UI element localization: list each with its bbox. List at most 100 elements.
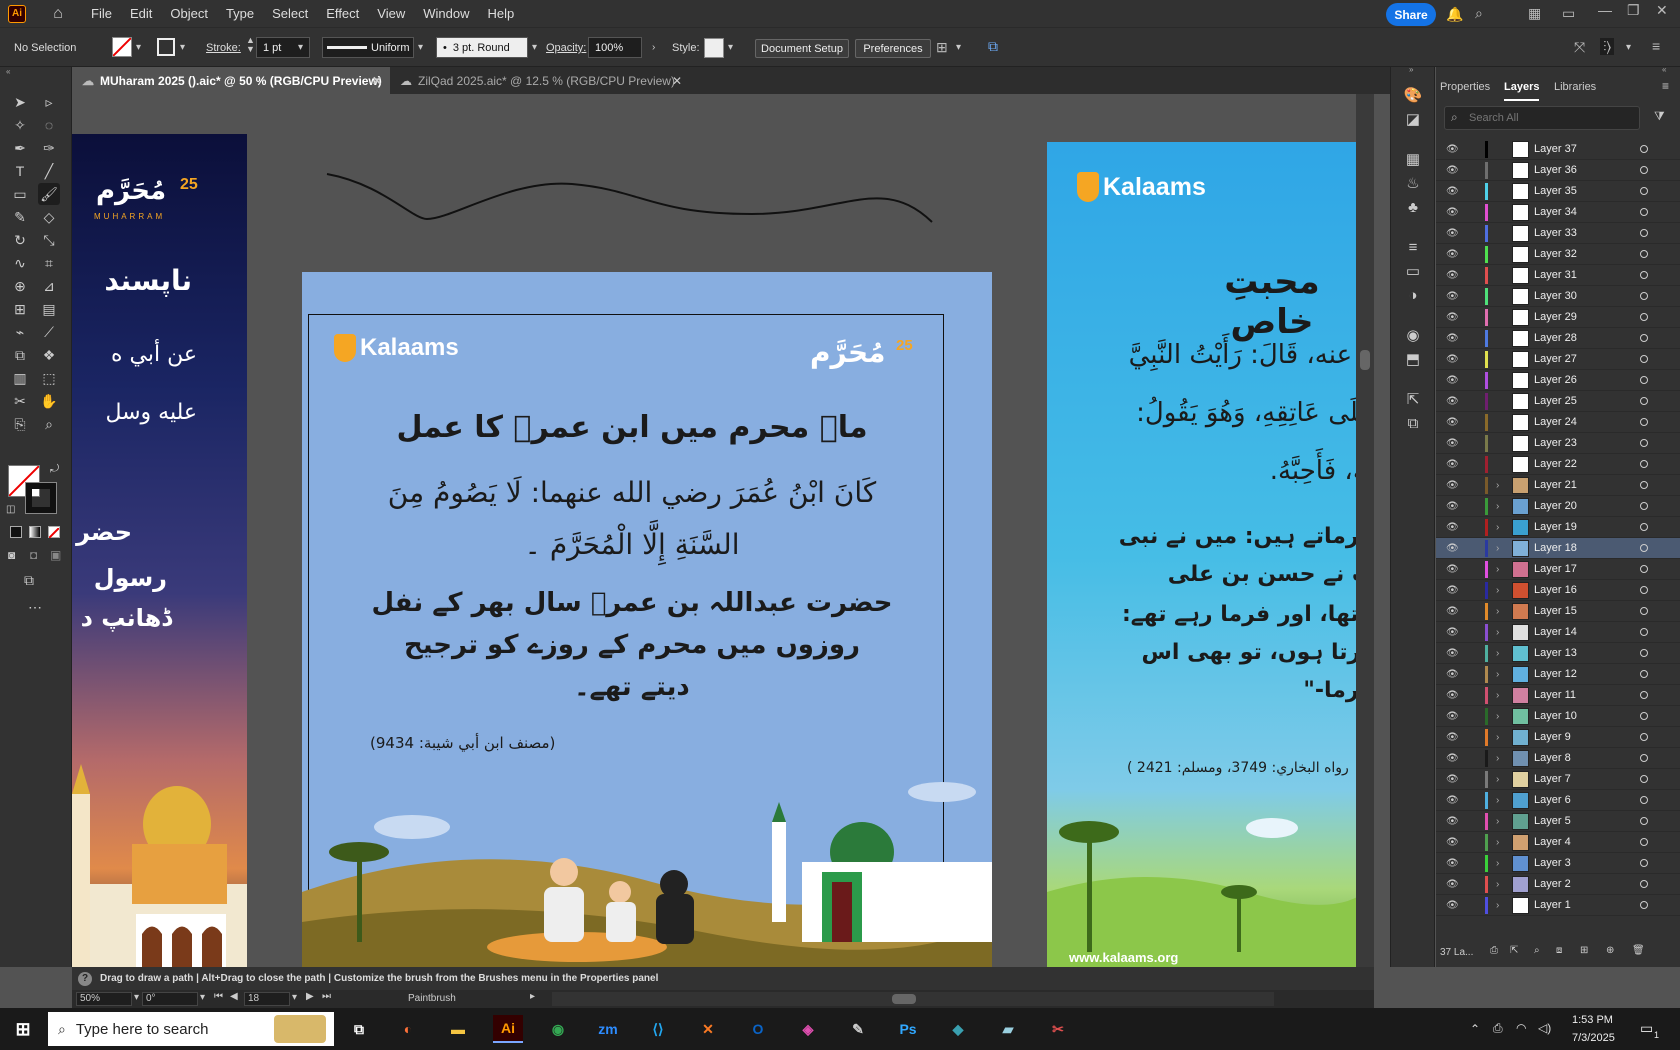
collapse-icon[interactable]: « bbox=[1662, 65, 1666, 74]
artboard-right[interactable]: Kalaams محبتِ خاص ه عنه، قَالَ: رَأَيْتُ… bbox=[1047, 142, 1374, 967]
layer-target-icon[interactable] bbox=[1640, 838, 1648, 846]
eyedropper-tool-icon[interactable]: ⌁ bbox=[9, 321, 31, 343]
layer-target-icon[interactable] bbox=[1640, 334, 1648, 342]
chevron-down-icon[interactable]: ▾ bbox=[292, 992, 297, 1003]
chevron-down-icon[interactable]: ▾ bbox=[200, 992, 205, 1003]
direct-selection-tool-icon[interactable]: ▹ bbox=[38, 91, 60, 113]
layer-name[interactable]: Layer 23 bbox=[1534, 437, 1577, 449]
layer-row[interactable]: 👁 › Layer 12 bbox=[1436, 664, 1680, 685]
layer-row[interactable]: 👁 Layer 25 bbox=[1436, 391, 1680, 412]
layer-row[interactable]: 👁 › Layer 17 bbox=[1436, 559, 1680, 580]
stroke-label[interactable]: Stroke: bbox=[206, 42, 241, 54]
taskbar-search[interactable]: ⌕ Type here to search bbox=[48, 1012, 334, 1046]
visibility-eye-icon[interactable]: 👁 bbox=[1446, 375, 1459, 386]
layer-name[interactable]: Layer 36 bbox=[1534, 164, 1577, 176]
visibility-eye-icon[interactable]: 👁 bbox=[1446, 648, 1459, 659]
layer-target-icon[interactable] bbox=[1640, 544, 1648, 552]
layer-name[interactable]: Layer 13 bbox=[1534, 647, 1577, 659]
share-button[interactable]: Share bbox=[1386, 3, 1436, 26]
symbol-sprayer-tool-icon[interactable]: ❖ bbox=[38, 344, 60, 366]
close-tab-icon[interactable]: ✕ bbox=[372, 74, 382, 88]
brush-definition-select[interactable]: • 3 pt. Round bbox=[436, 37, 528, 58]
layer-target-icon[interactable] bbox=[1640, 754, 1648, 762]
expand-arrow-icon[interactable]: › bbox=[1496, 774, 1499, 785]
layer-row[interactable]: 👁 Layer 27 bbox=[1436, 349, 1680, 370]
layer-target-icon[interactable] bbox=[1640, 796, 1648, 804]
locate-object-icon[interactable]: ⌕ bbox=[1534, 945, 1540, 956]
more-menu-icon[interactable]: ≡ bbox=[1652, 38, 1660, 54]
layer-name[interactable]: Layer 27 bbox=[1534, 353, 1577, 365]
layer-target-icon[interactable] bbox=[1640, 376, 1648, 384]
windows-start-icon[interactable]: ⊞ bbox=[8, 1015, 38, 1043]
stroke-stepper-icon[interactable]: ▲ ▼ bbox=[246, 36, 255, 54]
artboard-number-field[interactable]: 18 bbox=[244, 992, 290, 1006]
menu-view[interactable]: View bbox=[368, 6, 414, 21]
layer-name[interactable]: Layer 25 bbox=[1534, 395, 1577, 407]
layer-target-icon[interactable] bbox=[1640, 628, 1648, 636]
collapse-icon[interactable]: » bbox=[1409, 65, 1413, 74]
expand-arrow-icon[interactable]: › bbox=[1496, 522, 1499, 533]
layer-row[interactable]: 👁 › Layer 16 bbox=[1436, 580, 1680, 601]
layer-name[interactable]: Layer 21 bbox=[1534, 479, 1577, 491]
panel-toggle-icon[interactable]: ⫶⟩ bbox=[1600, 38, 1615, 55]
visibility-eye-icon[interactable]: 👁 bbox=[1446, 795, 1459, 806]
visibility-eye-icon[interactable]: 👁 bbox=[1446, 501, 1459, 512]
outlook-icon[interactable]: O bbox=[743, 1015, 773, 1043]
layer-target-icon[interactable] bbox=[1640, 145, 1648, 153]
scale-tool-icon[interactable]: ⤡ bbox=[38, 229, 60, 251]
layer-name[interactable]: Layer 14 bbox=[1534, 626, 1577, 638]
layer-target-icon[interactable] bbox=[1640, 460, 1648, 468]
layer-name[interactable]: Layer 1 bbox=[1534, 899, 1571, 911]
expand-arrow-icon[interactable]: › bbox=[1496, 690, 1499, 701]
layers-search[interactable]: ⌕ bbox=[1444, 106, 1640, 130]
layer-target-icon[interactable] bbox=[1640, 271, 1648, 279]
visibility-eye-icon[interactable]: 👁 bbox=[1446, 711, 1459, 722]
layer-name[interactable]: Layer 5 bbox=[1534, 815, 1571, 827]
bell-icon[interactable]: 🔔 bbox=[1446, 6, 1463, 23]
layer-name[interactable]: Layer 8 bbox=[1534, 752, 1571, 764]
expand-arrow-icon[interactable]: › bbox=[1496, 900, 1499, 911]
line-tool-icon[interactable]: ╱ bbox=[38, 160, 60, 182]
selection-tool-icon[interactable]: ➤ bbox=[9, 91, 31, 113]
layer-name[interactable]: Layer 9 bbox=[1534, 731, 1571, 743]
style-swatch[interactable] bbox=[704, 38, 724, 58]
document-setup-button[interactable]: Document Setup bbox=[755, 39, 849, 58]
layer-target-icon[interactable] bbox=[1640, 712, 1648, 720]
layer-name[interactable]: Layer 4 bbox=[1534, 836, 1571, 848]
new-layer-icon[interactable]: ⊕ bbox=[1606, 945, 1614, 956]
chevron-down-icon[interactable]: ▾ bbox=[136, 42, 141, 53]
lasso-tool-icon[interactable]: ◌ bbox=[38, 114, 60, 136]
visibility-eye-icon[interactable]: 👁 bbox=[1446, 207, 1459, 218]
expand-arrow-icon[interactable]: › bbox=[1496, 480, 1499, 491]
export-icon[interactable]: ⇱ bbox=[1403, 389, 1423, 409]
visibility-eye-icon[interactable]: 👁 bbox=[1446, 774, 1459, 785]
layer-row[interactable]: 👁 › Layer 10 bbox=[1436, 706, 1680, 727]
menu-type[interactable]: Type bbox=[217, 6, 263, 21]
close-tab-icon[interactable]: ✕ bbox=[672, 74, 682, 88]
chevron-right-icon[interactable]: › bbox=[652, 42, 655, 53]
collapse-icon[interactable]: « bbox=[6, 67, 10, 76]
layer-row[interactable]: 👁 › Layer 6 bbox=[1436, 790, 1680, 811]
chevron-down-icon[interactable]: ▾ bbox=[180, 42, 185, 53]
expand-arrow-icon[interactable]: › bbox=[1496, 753, 1499, 764]
illustrator-taskbar-icon[interactable]: Ai bbox=[493, 1015, 523, 1043]
rectangle-tool-icon[interactable]: ▭ bbox=[9, 183, 31, 205]
workspace-icon[interactable]: ▭ bbox=[1562, 5, 1575, 22]
layer-row[interactable]: 👁 › Layer 2 bbox=[1436, 874, 1680, 895]
menu-object[interactable]: Object bbox=[161, 6, 217, 21]
chevron-down-icon[interactable]: ▾ bbox=[956, 42, 961, 53]
collect-export-icon[interactable]: ⎙ bbox=[1490, 945, 1498, 956]
minimize-icon[interactable]: — bbox=[1598, 2, 1612, 18]
eraser-tool-icon[interactable]: ◇ bbox=[38, 206, 60, 228]
layer-target-icon[interactable] bbox=[1640, 166, 1648, 174]
layer-target-icon[interactable] bbox=[1640, 187, 1648, 195]
chevron-down-icon[interactable]: ▾ bbox=[1626, 42, 1631, 53]
pen-tool-icon[interactable]: ✒ bbox=[9, 137, 31, 159]
color-guide-icon[interactable]: ◪ bbox=[1403, 109, 1423, 129]
expand-arrow-icon[interactable]: › bbox=[1496, 543, 1499, 554]
expand-arrow-icon[interactable]: › bbox=[1496, 501, 1499, 512]
layer-row[interactable]: 👁 Layer 32 bbox=[1436, 244, 1680, 265]
layer-row[interactable]: 👁 Layer 35 bbox=[1436, 181, 1680, 202]
pen-app-icon[interactable]: ✎ bbox=[843, 1015, 873, 1043]
visibility-eye-icon[interactable]: 👁 bbox=[1446, 900, 1459, 911]
